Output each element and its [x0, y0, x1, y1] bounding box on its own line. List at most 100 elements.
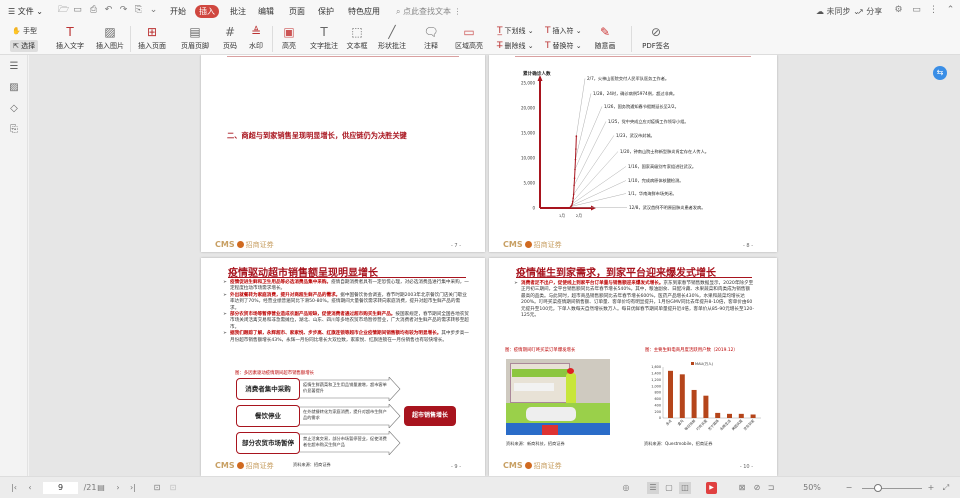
logo-text: CMS [215, 461, 235, 470]
label: 页眉页脚 [181, 42, 209, 50]
tab-features[interactable]: 特色应用 [344, 5, 384, 18]
y-tick-label: 10,000 [521, 156, 535, 161]
page-list-icon[interactable]: ▤ [96, 482, 106, 494]
textbox-button[interactable]: ⬚ 文本框 [345, 23, 369, 54]
highlight-button[interactable]: ▣ 高亮 [278, 23, 300, 54]
tab-annotate[interactable]: 批注 [226, 5, 250, 18]
label: 插入图片 [96, 42, 124, 50]
search-box[interactable]: ⌕ 点此查找文本 ⋮ [392, 5, 466, 18]
single-page-icon[interactable]: ▢ [663, 482, 675, 494]
prev-page-icon[interactable]: ‹ [24, 482, 36, 494]
zoom-slider[interactable] [862, 488, 922, 489]
page-number-input[interactable]: 9 [43, 482, 78, 494]
logo-text: CMS [215, 240, 235, 249]
bullet-item: 部分农贸市场等暂停营业造成农副产品短缺，促使消费者通过超市购买生鲜产品。按国家规… [223, 312, 469, 331]
insert-page-button[interactable]: ⊞ 插入页面 [134, 23, 170, 54]
print-icon[interactable]: ⎙ [88, 5, 99, 16]
note-button[interactable]: 🗨 注释 [420, 23, 442, 54]
image-icon: ▨ [104, 25, 116, 39]
underline-button[interactable]: T̲ 下划线 ⌄ [497, 25, 534, 37]
strikethrough-button[interactable]: T̶ 删除线 ⌄ [497, 40, 534, 52]
fit-width-icon[interactable]: ⊠ [737, 482, 747, 494]
bar [738, 413, 744, 418]
replace-mark-icon: T [545, 41, 551, 51]
undo-icon[interactable]: ↶ [103, 5, 114, 16]
fullscreen-icon[interactable]: ⤢ [941, 482, 951, 494]
legend-swatch [691, 362, 694, 365]
annotation-leader [570, 193, 627, 207]
collapse-ribbon-icon[interactable]: ⌃ [945, 5, 956, 16]
bullet-list: 消费者足不出户，促使线上到家平台订单量与销售额迎来爆发式增长。京东到家春节销售数… [514, 281, 754, 319]
zoom-out-icon[interactable]: − [844, 482, 854, 494]
confirmed-cases-line [547, 136, 577, 209]
label: 页码 [223, 42, 237, 50]
area-highlight-button[interactable]: ▭ 区域高亮 [453, 23, 485, 54]
data-point [574, 158, 577, 161]
photo-caption: 图：疫情期间叮咚买菜订单爆发增长 [505, 348, 576, 353]
play-slideshow-icon[interactable]: ▶ [706, 482, 717, 494]
zoom-in-icon[interactable]: + [926, 482, 936, 494]
thumbnail-icon[interactable]: ▨ [8, 82, 20, 94]
tab-protect[interactable]: 保护 [314, 5, 338, 18]
annotation: 12/8，武汉首例不明原因肺炎患者发病。 [629, 204, 705, 211]
actual-size-icon[interactable]: ⊐ [766, 482, 776, 494]
eye-protection-icon[interactable]: ◎ [620, 482, 632, 494]
tab-start[interactable]: 开始 [166, 5, 190, 18]
data-point [571, 200, 574, 203]
tab-edit[interactable]: 编辑 [254, 5, 278, 18]
first-page-icon[interactable]: |‹ [8, 482, 20, 494]
header-footer-button[interactable]: ▤ 页眉页脚 [177, 23, 213, 54]
continuous-view-icon[interactable]: ☰ [647, 482, 659, 494]
select-tool[interactable]: ⇱ 选择 [10, 40, 39, 52]
page-number-button[interactable]: # 页码 [220, 23, 240, 54]
add-page-icon[interactable]: ⊡ [168, 482, 178, 494]
document-view[interactable]: 二、商超与到家销售呈现明显增长，供应链仍为决胜关键 CMS 招商证券 - 7 - … [29, 55, 960, 476]
two-page-icon[interactable]: ◫ [679, 482, 691, 494]
file-menu[interactable]: ☰ 文件 ⌄ [4, 5, 47, 18]
comment-icon[interactable]: ▭ [911, 5, 922, 16]
more-dropdown-icon[interactable]: ⌄ [148, 5, 159, 16]
zoom-level[interactable]: 50% [800, 482, 824, 494]
text-comment-button[interactable]: T 文字批注 [308, 23, 340, 54]
y-tick-label: 15,000 [521, 131, 535, 136]
bar [715, 412, 721, 418]
logo-icon [236, 462, 244, 469]
y-tick-label: 600 [655, 397, 661, 401]
rotate-page-icon[interactable]: ⊡ [152, 482, 162, 494]
bookmark-icon[interactable]: ◇ [8, 103, 20, 115]
outline-icon[interactable]: ☰ [8, 61, 20, 73]
attachment-icon[interactable]: ⎘ [8, 124, 20, 136]
hand-tool[interactable]: ✋ 手型 [12, 25, 37, 37]
last-page-icon[interactable]: ›| [127, 482, 139, 494]
settings-icon[interactable]: ⚙ [893, 5, 904, 16]
fit-page-icon[interactable]: ⊘ [752, 482, 762, 494]
label: 删除线 [504, 42, 526, 50]
insert-image-button[interactable]: ▨ 插入图片 [94, 23, 126, 54]
open-icon[interactable]: 🗁 [58, 5, 69, 16]
redo-icon[interactable]: ↷ [118, 5, 129, 16]
page-number: - 7 - [451, 243, 461, 249]
next-page-icon[interactable]: › [113, 482, 123, 494]
x-tick-label: 京东到家 [742, 418, 756, 432]
annotation: 1/23，武汉市封城。 [616, 132, 655, 139]
insert-mark-button[interactable]: T 插入符 ⌄ [545, 25, 582, 37]
tab-insert[interactable]: 插入 [195, 5, 219, 18]
epidemic-timeline-chart: 累计确诊人数 0 5,000 10,000 15,000 20,000 25,000 1月 2月… [521, 70, 709, 218]
freehand-button[interactable]: ✎ 随意画 [590, 23, 620, 54]
page-number: - 8 - [743, 243, 753, 249]
label: 区域高亮 [455, 42, 483, 50]
section-heading: 二、商超与到家销售呈现明显增长，供应链仍为决胜关键 [227, 131, 407, 140]
watermark-button[interactable]: ≜ 水印 [245, 23, 267, 54]
pdf-sign-button[interactable]: ⊘ PDF签名 [637, 23, 675, 54]
share-button[interactable]: ↗ 分享 [853, 5, 886, 18]
export-icon[interactable]: ⎘ [133, 5, 144, 16]
more-icon[interactable]: ⋮ [928, 5, 939, 16]
replace-mark-button[interactable]: T 替换符 ⌄ [545, 40, 582, 52]
driver-box: 部分农贸市场暂停 [236, 432, 300, 454]
floating-assistant-button[interactable]: ⇆ [933, 66, 947, 80]
zoom-slider-handle[interactable] [874, 484, 882, 492]
save-icon[interactable]: ▭ [72, 5, 83, 16]
shape-comment-button[interactable]: ╱ 形状批注 [375, 23, 409, 54]
insert-text-button[interactable]: T 插入文字 [55, 23, 85, 54]
tab-page[interactable]: 页面 [285, 5, 309, 18]
